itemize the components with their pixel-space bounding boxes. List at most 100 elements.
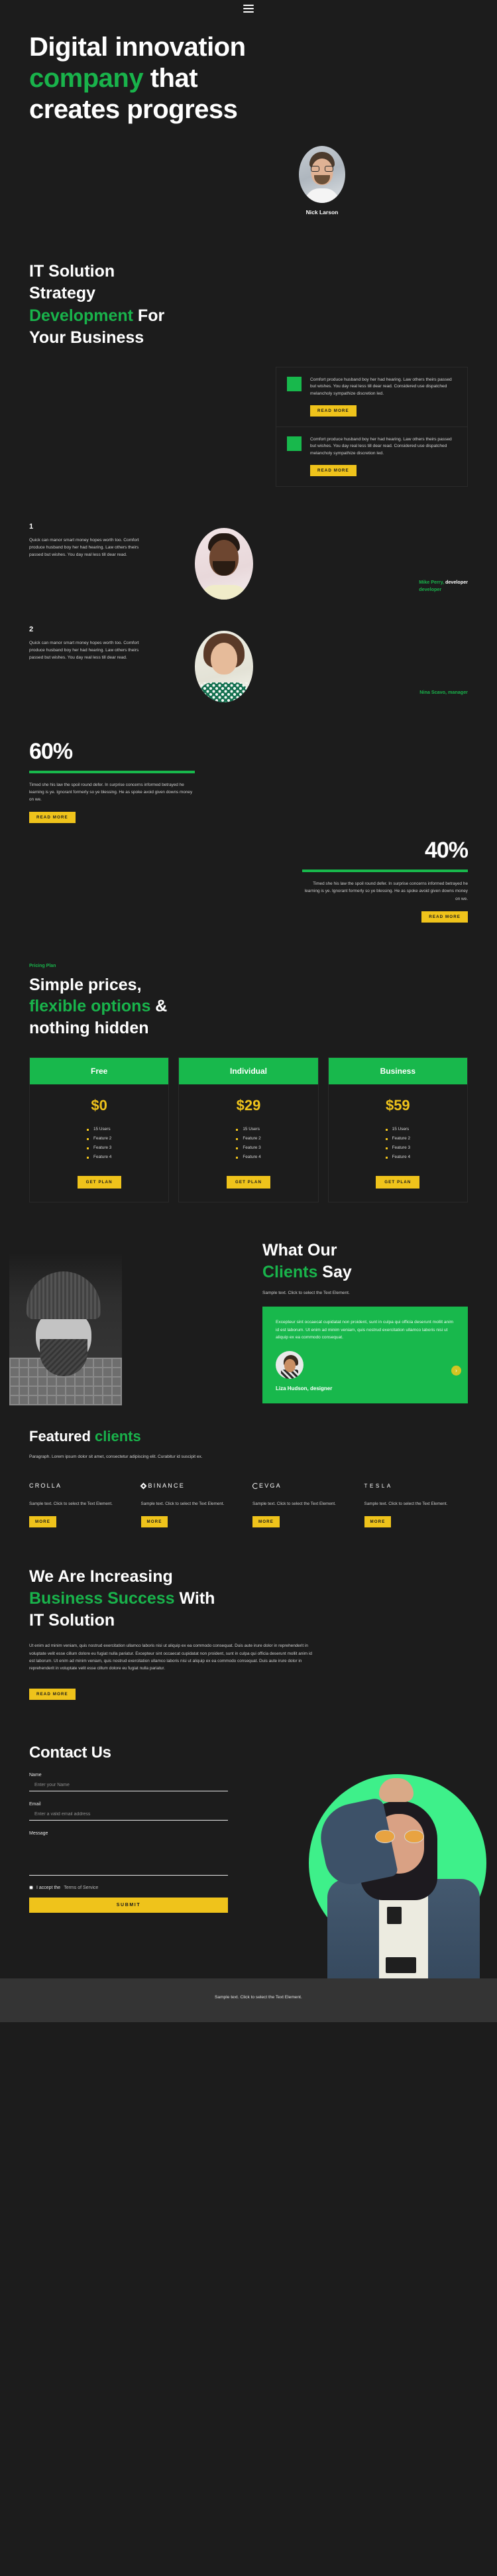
- team-member-name-text: Nina Scavo, manager: [419, 688, 468, 695]
- testimonial-heading: What Our Clients Say: [262, 1240, 468, 1283]
- plan-feature: 15 Users: [86, 1127, 111, 1131]
- team-section: 1 Quick can manor smart money hopes wort…: [0, 487, 497, 702]
- email-input[interactable]: [29, 1807, 228, 1821]
- card-text: Comfort produce husband boy her had hear…: [310, 436, 452, 456]
- read-more-button[interactable]: READ MORE: [29, 812, 76, 824]
- increasing-heading: We Are Increasing Business Success With …: [29, 1566, 468, 1632]
- team-member: 2 Quick can manor smart money hopes wort…: [29, 625, 468, 702]
- submit-button[interactable]: SUBMIT: [29, 1897, 228, 1913]
- read-more-button[interactable]: READ MORE: [310, 464, 357, 476]
- more-button[interactable]: MORE: [252, 1515, 280, 1527]
- hero-person-name: Nick Larson: [305, 208, 339, 216]
- client-text: Sample text. Click to select the Text El…: [364, 1502, 448, 1507]
- pricing-heading-line3: nothing hidden: [29, 1018, 149, 1037]
- hero-title-line1: Digital innovation: [29, 32, 246, 62]
- more-button[interactable]: MORE: [364, 1515, 392, 1527]
- read-more-button[interactable]: READ MORE: [421, 911, 468, 923]
- it-solution-heading: IT Solution Strategy Development For You…: [29, 261, 201, 350]
- plan-feature: 15 Users: [385, 1127, 410, 1131]
- get-plan-button[interactable]: GET PLAN: [77, 1176, 121, 1189]
- plan-feature: Feature 3: [236, 1145, 261, 1150]
- hero-title-accent: company: [29, 64, 144, 94]
- it-solution-section: IT Solution Strategy Development For You…: [0, 216, 497, 487]
- clients-heading: Featured clients: [29, 1428, 468, 1445]
- testimonial-content: What Our Clients Say Sample text. Click …: [262, 1240, 468, 1404]
- hero-title-line3: creates progress: [29, 95, 238, 125]
- footer: Sample text. Click to select the Text El…: [0, 1978, 497, 2022]
- more-button[interactable]: MORE: [29, 1515, 56, 1527]
- increasing-heading-accent: Business Success: [29, 1588, 175, 1608]
- team-member-photo: [195, 630, 253, 702]
- binance-logo-icon: BINANCE: [140, 1479, 245, 1492]
- plan-feature: Feature 3: [385, 1145, 410, 1150]
- client-text: Sample text. Click to select the Text El…: [29, 1502, 113, 1507]
- stat-text: Timed she his law the spoil round defer.…: [29, 782, 193, 802]
- clients-heading-line1: Featured: [29, 1428, 95, 1445]
- team-member-name-text: Mike Perry,: [419, 579, 445, 585]
- terms-checkbox[interactable]: [29, 1886, 33, 1890]
- square-icon: [287, 376, 302, 391]
- increasing-heading-line3: IT Solution: [29, 1611, 115, 1630]
- testimonial-heading-line2-rest: Say: [317, 1262, 352, 1281]
- message-label: Message: [29, 1831, 48, 1836]
- plan-features: 15 Users Feature 2 Feature 3 Feature 4: [236, 1127, 261, 1164]
- plan-feature: Feature 2: [86, 1136, 111, 1141]
- testimonial-quote-card: Excepteur sint occaecat cupidatat non pr…: [262, 1307, 468, 1404]
- hero-title-line2-rest: that: [143, 64, 198, 94]
- hero-person: Nick Larson: [282, 145, 362, 216]
- pricing-heading-line2-rest: &: [150, 997, 168, 1016]
- email-label: Email: [29, 1801, 41, 1807]
- contact-photo: [305, 1737, 497, 2008]
- client-item-binance: BINANCE Sample text. Click to select the…: [140, 1479, 245, 1527]
- testimonial-quote-text: Excepteur sint occaecat cupidatat non pr…: [276, 1320, 454, 1340]
- plan-feature: Feature 2: [385, 1136, 410, 1141]
- testimonial-section: What Our Clients Say Sample text. Click …: [0, 1240, 497, 1406]
- testimonial-author: Liza Hudson, designer: [276, 1385, 333, 1392]
- plan-name: Free: [30, 1058, 169, 1085]
- name-field-group: Name: [29, 1773, 228, 1791]
- team-member-role2: developer: [419, 586, 442, 592]
- footer-text: Sample text. Click to select the Text El…: [215, 1994, 302, 2000]
- hamburger-menu-icon[interactable]: [243, 5, 254, 13]
- card-text: Comfort produce husband boy her had hear…: [310, 377, 452, 396]
- pricing-heading: Simple prices, flexible options & nothin…: [29, 974, 468, 1039]
- plan-feature: Feature 3: [86, 1145, 111, 1150]
- hero-title: Digital innovation company that creates …: [29, 32, 468, 126]
- square-icon: [287, 436, 302, 451]
- terms-of-service-link[interactable]: Terms of Service: [64, 1886, 98, 1890]
- landing-page: Digital innovation company that creates …: [0, 0, 497, 2022]
- more-button[interactable]: MORE: [140, 1515, 168, 1527]
- chevron-right-icon[interactable]: ›: [451, 1366, 461, 1376]
- stat-progress-bar: [29, 770, 195, 773]
- get-plan-button[interactable]: GET PLAN: [226, 1176, 271, 1189]
- stat-value: 40%: [424, 838, 469, 864]
- pricing-plans: Free $0 15 Users Feature 2 Feature 3 Fea…: [29, 1057, 468, 1203]
- it-solution-card: Comfort produce husband boy her had hear…: [276, 426, 468, 487]
- message-textarea[interactable]: [29, 1835, 228, 1876]
- increasing-body: Ut enim ad minim veniam, quis nostrud ex…: [29, 1643, 312, 1671]
- team-member-text: Quick can manor smart money hopes worth …: [29, 537, 139, 558]
- client-item-tesla: TESLA Sample text. Click to select the T…: [364, 1479, 469, 1527]
- it-solution-cards: Comfort produce husband boy her had hear…: [276, 366, 468, 487]
- read-more-button[interactable]: READ MORE: [29, 1688, 76, 1700]
- increasing-heading-line2-rest: With: [174, 1588, 215, 1608]
- stats-section: 60% Timed she his law the spoil round de…: [0, 702, 497, 923]
- stat-text: Timed she his law the spoil round defer.…: [304, 881, 468, 901]
- top-bar: [0, 0, 497, 17]
- contact-form: Contact Us Name Email Message I accept t…: [29, 1744, 228, 1913]
- name-label: Name: [29, 1772, 42, 1777]
- pricing-plan-business: Business $59 15 Users Feature 2 Feature …: [327, 1057, 468, 1203]
- email-field-group: Email: [29, 1802, 228, 1821]
- read-more-button[interactable]: READ MORE: [310, 405, 357, 417]
- plan-name: Business: [328, 1058, 467, 1085]
- name-input[interactable]: [29, 1777, 228, 1791]
- stat-value: 60%: [29, 738, 73, 764]
- contact-title: Contact Us: [29, 1743, 111, 1762]
- pricing-heading-line1: Simple prices,: [29, 975, 142, 994]
- plan-feature: Feature 4: [385, 1155, 410, 1159]
- client-text: Sample text. Click to select the Text El…: [252, 1502, 336, 1507]
- team-member-name: Mike Perry, developer developer: [419, 579, 468, 594]
- testimonial-heading-accent: Clients: [262, 1262, 318, 1281]
- get-plan-button[interactable]: GET PLAN: [376, 1176, 420, 1189]
- message-field-group: Message: [29, 1831, 228, 1879]
